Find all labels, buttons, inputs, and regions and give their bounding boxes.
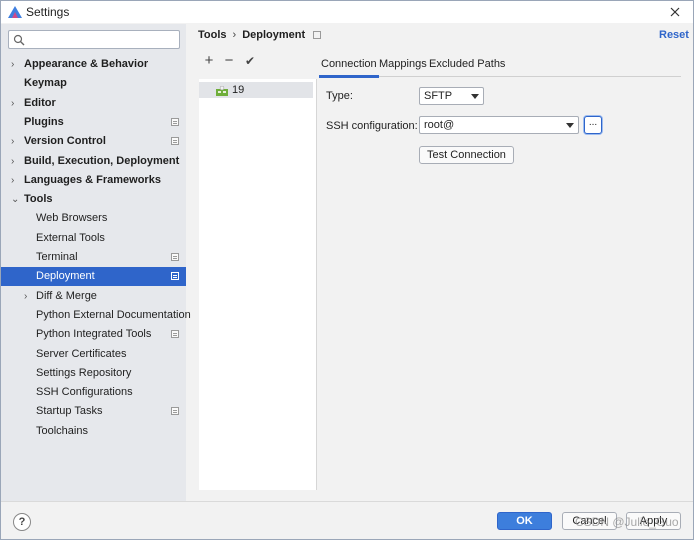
- project-scope-icon: [313, 31, 322, 40]
- set-default-button[interactable]: ✔: [242, 53, 258, 69]
- sidebar-item-label: Startup Tasks: [36, 405, 103, 418]
- sidebar-item-label: Settings Repository: [36, 366, 132, 379]
- sidebar-item-label: Diff & Merge: [36, 289, 97, 302]
- sidebar-item-terminal[interactable]: Terminal: [1, 248, 186, 267]
- breadcrumb-deployment: Deployment: [242, 29, 306, 42]
- sidebar-item-label: Editor: [24, 96, 56, 109]
- sidebar-item-build-execution-deployment[interactable]: › Build, Execution, Deployment: [1, 152, 186, 171]
- project-scope-icon: [171, 330, 179, 339]
- breadcrumb-tools: Tools: [198, 29, 227, 42]
- tab-connection[interactable]: Connection: [319, 58, 379, 78]
- chevron-right-icon[interactable]: ›: [11, 171, 21, 190]
- sidebar-item-label: Web Browsers: [36, 212, 108, 225]
- type-select[interactable]: SFTP: [419, 87, 484, 105]
- search-input[interactable]: [8, 30, 180, 49]
- settings-window: Settings › Appearance & Behavior Keymap › Ed…: [0, 0, 694, 540]
- sidebar-item-toolchains[interactable]: Toolchains: [1, 422, 186, 441]
- sidebar-item-label: Toolchains: [36, 424, 88, 437]
- sidebar-item-server-certificates[interactable]: Server Certificates: [1, 345, 186, 364]
- sidebar-item-label: Server Certificates: [36, 347, 127, 360]
- watermark: CSDN @Julie_Guo: [575, 515, 679, 529]
- chevron-right-icon[interactable]: ›: [11, 94, 21, 113]
- chevron-right-icon[interactable]: ›: [11, 55, 21, 74]
- close-icon: [670, 7, 680, 17]
- deployment-tabs: Connection Mappings Excluded Paths: [319, 53, 681, 78]
- sidebar-item-external-tools[interactable]: External Tools: [1, 229, 186, 248]
- close-button[interactable]: [665, 3, 685, 21]
- sidebar-item-label: Terminal: [36, 251, 78, 263]
- sidebar-item-ssh-configurations[interactable]: SSH Configurations: [1, 383, 186, 402]
- sidebar-item-deployment[interactable]: Deployment: [1, 267, 186, 287]
- sidebar-item-label: Python Integrated Tools: [36, 328, 152, 341]
- sidebar-item-label: Version Control: [24, 135, 106, 148]
- settings-sidebar: › Appearance & Behavior Keymap › Editor Plugi…: [1, 24, 191, 501]
- project-scope-icon: [171, 407, 179, 416]
- sidebar-item-startup-tasks[interactable]: Startup Tasks: [1, 402, 186, 421]
- sidebar-item-label: SSH Configurations: [36, 386, 133, 399]
- sidebar-item-keymap[interactable]: Keymap: [1, 74, 186, 93]
- help-button[interactable]: ?: [13, 513, 31, 531]
- chevron-down-icon[interactable]: ⌄: [11, 190, 21, 209]
- add-server-button[interactable]: +: [201, 53, 217, 69]
- sidebar-item-label: External Tools: [36, 231, 105, 244]
- sidebar-item-appearance-behavior[interactable]: › Appearance & Behavior: [1, 55, 186, 74]
- title-bar: Settings: [1, 1, 693, 23]
- sidebar-item-settings-repository[interactable]: Settings Repository: [1, 364, 186, 383]
- sidebar-item-plugins[interactable]: Plugins: [1, 113, 186, 132]
- chevron-down-icon: [566, 123, 574, 128]
- sidebar-item-label: Build, Execution, Deployment: [24, 154, 180, 167]
- sidebar-item-label: Appearance & Behavior: [24, 58, 149, 70]
- reset-link[interactable]: Reset: [659, 29, 689, 41]
- browse-ssh-config-button[interactable]: ...: [584, 116, 602, 134]
- sidebar-item-web-browsers[interactable]: Web Browsers: [1, 209, 186, 228]
- tab-excluded-paths[interactable]: Excluded Paths: [429, 58, 505, 70]
- type-label: Type:: [326, 90, 353, 102]
- sidebar-item-label: Plugins: [24, 115, 64, 128]
- chevron-right-icon[interactable]: ›: [11, 132, 21, 151]
- window-title: Settings: [26, 5, 70, 19]
- sidebar-item-label: Languages & Frameworks: [24, 173, 161, 186]
- sidebar-item-label: Python External Documentation: [36, 308, 191, 321]
- breadcrumb-separator: ›: [232, 29, 237, 42]
- server-name: 19: [232, 84, 245, 96]
- project-scope-icon: [171, 272, 179, 281]
- ok-button[interactable]: OK: [497, 512, 552, 530]
- sidebar-item-python-integrated-tools[interactable]: Python Integrated Tools: [1, 325, 186, 344]
- type-select-value: SFTP: [424, 90, 453, 102]
- sidebar-item-editor[interactable]: › Editor: [1, 94, 186, 113]
- project-scope-icon: [171, 117, 179, 126]
- sidebar-item-label: Deployment: [36, 270, 95, 283]
- sidebar-item-diff-merge[interactable]: › Diff & Merge: [1, 287, 186, 306]
- chevron-right-icon[interactable]: ›: [11, 152, 21, 171]
- ssh-config-value: root@: [424, 119, 455, 131]
- project-scope-icon: [171, 253, 179, 261]
- chevron-right-icon[interactable]: ›: [24, 287, 34, 306]
- search-icon: [13, 34, 25, 46]
- sidebar-item-python-external-documentation[interactable]: Python External Documentation: [1, 306, 191, 325]
- ssh-config-label: SSH configuration:: [326, 120, 418, 132]
- chevron-down-icon: [471, 94, 479, 99]
- tab-mappings[interactable]: Mappings: [379, 58, 427, 70]
- sidebar-item-tools[interactable]: ⌄ Tools: [1, 190, 186, 209]
- server-list: 19: [199, 79, 317, 490]
- sidebar-item-languages-frameworks[interactable]: › Languages & Frameworks: [1, 171, 186, 190]
- remove-server-button[interactable]: −: [221, 53, 237, 69]
- sidebar-item-label: Tools: [24, 193, 53, 206]
- ssh-config-select[interactable]: root@: [419, 116, 579, 134]
- sidebar-item-label: Keymap: [24, 77, 67, 90]
- sidebar-item-version-control[interactable]: › Version Control: [1, 132, 186, 151]
- project-scope-icon: [171, 137, 179, 146]
- breadcrumb: Tools › Deployment: [198, 29, 322, 42]
- footer-divider: [1, 501, 693, 502]
- sftp-server-icon: [216, 86, 228, 96]
- test-connection-button[interactable]: Test Connection: [419, 146, 514, 164]
- app-icon: [8, 6, 22, 18]
- server-row[interactable]: 19: [199, 82, 313, 98]
